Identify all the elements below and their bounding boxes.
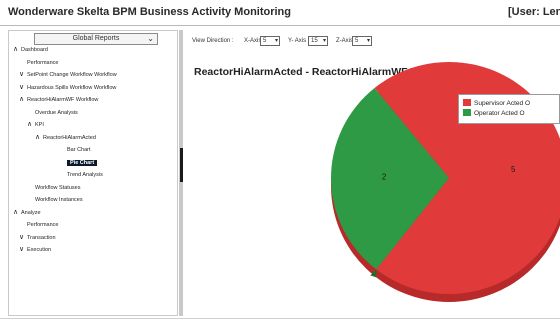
chevron-down-icon: ∨	[19, 233, 25, 241]
tree-item[interactable]: ∧ ReactorHiAlarmActed	[35, 134, 96, 142]
legend-label: Operator Acted O	[474, 110, 525, 117]
tree-item[interactable]: ∨ SetPoint Change Workflow Workflow	[19, 71, 117, 79]
legend-label: Supervisor Acted O	[474, 100, 530, 107]
chart-legend: Supervisor Acted O Operator Acted O	[458, 94, 560, 124]
report-select-value: Global Reports	[72, 35, 120, 42]
tree-item-label: KPI	[35, 122, 44, 128]
chevron-up-icon: ∧	[13, 46, 19, 53]
tree-item[interactable]: Performance	[19, 221, 59, 229]
chevron-up-icon: ∧	[35, 133, 41, 141]
tree-item-label: Workflow Instances	[35, 197, 83, 203]
tree-item-label: Execution	[27, 247, 52, 253]
tree-item[interactable]: ∧ ReactorHiAlarmWF Workflow	[19, 96, 98, 104]
tree-item[interactable]: ∨ Transaction	[19, 234, 56, 242]
tree-item[interactable]: Workflow Instances	[27, 196, 83, 204]
tree-item[interactable]: Pie Chart	[59, 159, 98, 167]
chevron-down-icon: ∨	[19, 246, 25, 253]
legend-item: Operator Acted O	[463, 109, 525, 118]
tree-item-label: Bar Chart	[67, 147, 91, 153]
tree-item[interactable]: Bar Chart	[59, 146, 91, 154]
footer-divider	[0, 318, 560, 319]
tree-item[interactable]: ∨ Execution	[19, 246, 51, 254]
tree-item-label: ReactorHiAlarmActed	[43, 134, 96, 141]
tree-item[interactable]: Performance	[19, 59, 59, 67]
chevron-down-icon: ∨	[19, 83, 25, 91]
tree-item-label: Dashboard	[21, 47, 48, 53]
collapse-handle[interactable]	[180, 148, 183, 182]
tree-item-label: Performance	[27, 222, 59, 228]
chevron-down-icon: ∨	[19, 71, 25, 78]
app-title: Wonderware Skelta BPM Business Activity …	[8, 6, 291, 18]
chevron-up-icon: ∧	[13, 208, 19, 216]
tree-item-label: Transaction	[27, 234, 56, 241]
tree-item-label: Performance	[27, 59, 59, 66]
report-select[interactable]: Global Reports ⌄	[34, 33, 158, 45]
chevron-up-icon: ∧	[19, 96, 25, 103]
tree-item-label: Trend Analysis	[67, 172, 103, 178]
tree-item[interactable]: ∧ Dashboard	[13, 46, 48, 54]
tree-item-label: SetPoint Change Workflow Workflow	[27, 72, 117, 78]
pie-chart: 25	[331, 62, 560, 302]
tree-item[interactable]: Trend Analysis	[59, 171, 103, 179]
data-label-supervisor: 5	[511, 165, 516, 174]
chevron-down-icon: ⌄	[147, 34, 154, 43]
tree-item[interactable]: Overdue Analysis	[27, 109, 78, 117]
tree-item-label: ReactorHiAlarmWF Workflow	[27, 97, 99, 103]
data-label-operator: 2	[382, 172, 387, 181]
tree-item[interactable]: ∧ KPI	[27, 121, 44, 129]
sidebar: Global Reports ⌄ ∧ Dashboard Performance ∨ S…	[8, 30, 178, 316]
tree-item[interactable]: ∧ Analyze	[13, 209, 41, 217]
legend-item: Supervisor Acted O	[463, 99, 530, 108]
tree-item-label: Workflow Statuses	[35, 184, 81, 191]
tree-item-label: Hazardous Spills Workflow Workflow	[27, 84, 117, 91]
title-bar: Wonderware Skelta BPM Business Activity …	[0, 0, 560, 26]
tree-item-label: Overdue Analysis	[35, 109, 78, 116]
user-label: [User: Len	[508, 6, 560, 18]
chevron-up-icon: ∧	[27, 121, 33, 128]
tree-item[interactable]: ∨ Hazardous Spills Workflow Workflow	[19, 84, 116, 92]
legend-swatch	[463, 109, 471, 116]
tree-item-label: Pie Chart	[67, 159, 98, 166]
tree-item[interactable]: Workflow Statuses	[27, 184, 80, 192]
legend-swatch	[463, 99, 471, 106]
tree-item-label: Analyze	[21, 209, 41, 216]
